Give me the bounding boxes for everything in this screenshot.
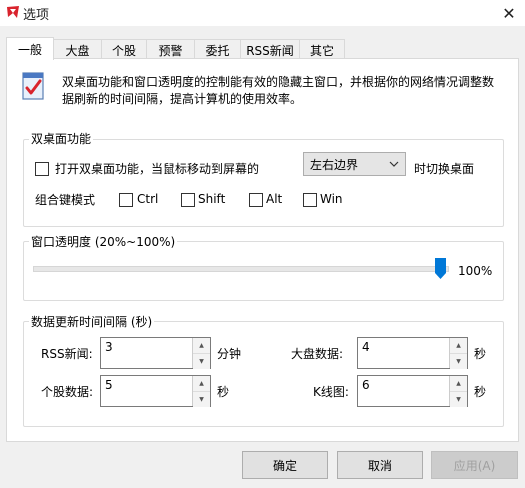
switch-desktop-label: 时切换桌面 xyxy=(414,162,475,176)
stock-down-arrow-icon[interactable]: ▼ xyxy=(193,392,210,407)
kline-spinbox[interactable]: 6 ▲ ▼ xyxy=(357,375,468,407)
stock-up-arrow-icon[interactable]: ▲ xyxy=(193,376,210,392)
tab-rss-news[interactable]: RSS新闻 xyxy=(240,39,300,60)
stock-data-unit: 秒 xyxy=(217,385,230,399)
tab-panel-general: 双桌面功能和窗口透明度的控制能有效的隐藏主窗口，并根据你的网络情况调整数据刷新的… xyxy=(6,58,519,442)
window-title: 选项 xyxy=(23,8,50,23)
tab-strip: 一般 大盘 个股 预警 委托 RSS新闻 其它 xyxy=(6,37,345,60)
checklist-icon xyxy=(22,72,44,100)
alt-checkbox[interactable] xyxy=(249,193,263,207)
index-data-value: 4 xyxy=(362,340,370,354)
edge-select-value: 左右边界 xyxy=(310,157,359,172)
ok-button[interactable]: 确定 xyxy=(242,451,328,479)
stock-data-value: 5 xyxy=(105,378,113,392)
transparency-legend: 窗口透明度 (20%~100%) xyxy=(29,233,178,250)
index-down-arrow-icon[interactable]: ▼ xyxy=(450,354,467,369)
dual-desktop-group xyxy=(23,139,504,227)
enable-dual-desktop-label: 打开双桌面功能，当鼠标移动到屏幕的 xyxy=(55,162,260,176)
tab-general[interactable]: 一般 xyxy=(6,37,54,60)
apply-button[interactable]: 应用(A) xyxy=(431,451,518,479)
index-data-spinbox[interactable]: 4 ▲ ▼ xyxy=(357,337,468,369)
cancel-button[interactable]: 取消 xyxy=(337,451,423,479)
edge-select[interactable]: 左右边界 xyxy=(303,152,406,176)
tab-order[interactable]: 委托 xyxy=(194,39,241,60)
stock-data-spinbox[interactable]: 5 ▲ ▼ xyxy=(100,375,211,407)
dual-desktop-legend: 双桌面功能 xyxy=(29,130,94,147)
title-bar: 选项 ✕ xyxy=(0,0,525,26)
rss-news-value: 3 xyxy=(105,340,113,354)
stock-data-label: 个股数据: xyxy=(41,385,94,399)
kline-label: K线图: xyxy=(313,385,349,399)
close-icon: ✕ xyxy=(502,3,516,23)
chevron-down-icon xyxy=(389,161,399,167)
tab-stock[interactable]: 个股 xyxy=(101,39,147,60)
transparency-value: 100% xyxy=(458,264,493,278)
rss-down-arrow-icon[interactable]: ▼ xyxy=(193,354,210,369)
shift-label: Shift xyxy=(198,192,226,206)
win-checkbox[interactable] xyxy=(303,193,317,207)
app-logo-icon xyxy=(7,6,19,18)
alt-label: Alt xyxy=(266,192,283,206)
rss-news-label: RSS新闻: xyxy=(41,347,93,361)
transparency-slider-thumb[interactable] xyxy=(435,258,446,279)
win-label: Win xyxy=(320,192,343,206)
refresh-interval-legend: 数据更新时间间隔 (秒) xyxy=(29,313,155,330)
enable-dual-desktop-checkbox[interactable] xyxy=(35,162,49,176)
index-data-unit: 秒 xyxy=(474,347,487,361)
transparency-slider-track[interactable] xyxy=(33,266,449,272)
index-up-arrow-icon[interactable]: ▲ xyxy=(450,338,467,354)
rss-news-spinbox[interactable]: 3 ▲ ▼ xyxy=(100,337,211,369)
ctrl-label: Ctrl xyxy=(137,192,159,206)
kline-value: 6 xyxy=(362,378,370,392)
tab-other[interactable]: 其它 xyxy=(299,39,345,60)
kline-up-arrow-icon[interactable]: ▲ xyxy=(450,376,467,392)
rss-news-unit: 分钟 xyxy=(217,347,242,361)
hotkey-mode-label: 组合键模式 xyxy=(35,193,96,207)
info-text: 双桌面功能和窗口透明度的控制能有效的隐藏主窗口，并根据你的网络情况调整数据刷新的… xyxy=(62,75,495,106)
kline-down-arrow-icon[interactable]: ▼ xyxy=(450,392,467,407)
tab-market[interactable]: 大盘 xyxy=(53,39,102,60)
kline-unit: 秒 xyxy=(474,385,487,399)
close-button[interactable]: ✕ xyxy=(494,1,524,25)
tab-alert[interactable]: 预警 xyxy=(146,39,195,60)
rss-up-arrow-icon[interactable]: ▲ xyxy=(193,338,210,354)
ctrl-checkbox[interactable] xyxy=(119,193,133,207)
shift-checkbox[interactable] xyxy=(181,193,195,207)
index-data-label: 大盘数据: xyxy=(291,347,344,361)
